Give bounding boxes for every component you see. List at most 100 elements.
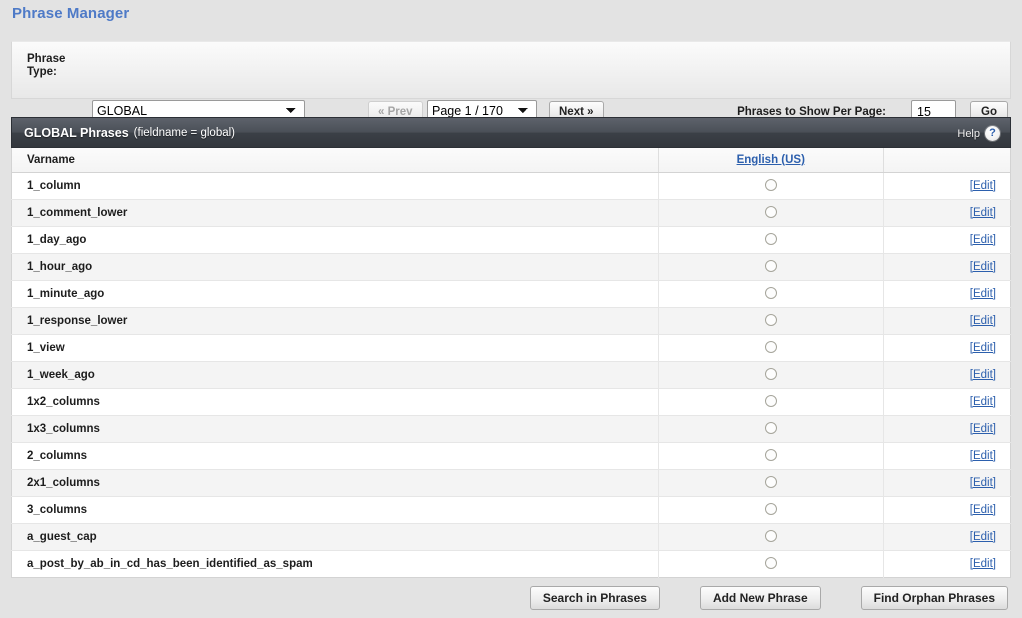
language-radio[interactable] — [764, 476, 777, 489]
table-row: 2_columns [Edit] — [11, 442, 1011, 470]
table-row: 1_view [Edit] — [11, 334, 1011, 362]
language-radio[interactable] — [764, 503, 777, 516]
cell-action: [Edit] — [883, 307, 1011, 335]
cell-varname: 1_comment_lower — [11, 199, 659, 227]
question-mark-icon[interactable]: ? — [985, 126, 1000, 141]
phrases-table-body: 1_column [Edit] 1_comment_lower [Edit] 1_day… — [11, 172, 1011, 577]
cell-language-select — [658, 388, 884, 416]
edit-link[interactable]: [Edit] — [970, 261, 996, 273]
cell-varname: 2x1_columns — [11, 469, 659, 497]
cell-varname: 2_columns — [11, 442, 659, 470]
toolbar-inner: Phrase Type: GLOBAL « Prev Page 1 / 170 … — [12, 42, 1010, 123]
table-row: a_guest_cap [Edit] — [11, 523, 1011, 551]
cell-varname: 1_day_ago — [11, 226, 659, 254]
cell-varname: 1x2_columns — [11, 388, 659, 416]
table-row: 1_comment_lower [Edit] — [11, 199, 1011, 227]
cell-language-select — [658, 415, 884, 443]
cell-language-select — [658, 469, 884, 497]
edit-link[interactable]: [Edit] — [970, 450, 996, 462]
table-row: 1x2_columns [Edit] — [11, 388, 1011, 416]
block-title: GLOBAL Phrases — [24, 125, 129, 140]
cell-language-select — [658, 334, 884, 362]
language-radio[interactable] — [764, 314, 777, 327]
cell-action: [Edit] — [883, 469, 1011, 497]
phrases-table: Varname English (US) 1_column [Edit] 1_com… — [11, 148, 1011, 578]
language-radio[interactable] — [764, 530, 777, 543]
language-radio[interactable] — [764, 368, 777, 381]
language-radio[interactable] — [764, 233, 777, 246]
cell-language-select — [658, 226, 884, 254]
table-row: 1_day_ago [Edit] — [11, 226, 1011, 254]
table-row: 3_columns [Edit] — [11, 496, 1011, 524]
cell-language-select — [658, 550, 884, 577]
cell-language-select — [658, 307, 884, 335]
cell-action: [Edit] — [883, 199, 1011, 227]
table-row: 1_week_ago [Edit] — [11, 361, 1011, 389]
block-header: GLOBAL Phrases (fieldname = global) Help… — [11, 117, 1011, 148]
edit-link[interactable]: [Edit] — [970, 369, 996, 381]
cell-action: [Edit] — [883, 226, 1011, 254]
language-radio[interactable] — [764, 395, 777, 408]
cell-language-select — [658, 496, 884, 524]
language-radio[interactable] — [764, 557, 777, 570]
help-label: Help — [957, 127, 980, 140]
toolbar-panel: Phrase Type: GLOBAL « Prev Page 1 / 170 … — [11, 41, 1011, 123]
column-header-action — [883, 148, 1011, 173]
cell-language-select — [658, 523, 884, 551]
cell-action: [Edit] — [883, 523, 1011, 551]
edit-link[interactable]: [Edit] — [970, 234, 996, 246]
cell-varname: 1_column — [11, 172, 659, 200]
cell-action: [Edit] — [883, 415, 1011, 443]
table-row: 1_response_lower [Edit] — [11, 307, 1011, 335]
cell-language-select — [658, 253, 884, 281]
table-row: 2x1_columns [Edit] — [11, 469, 1011, 497]
cell-varname: 1_hour_ago — [11, 253, 659, 281]
cell-varname: 1_week_ago — [11, 361, 659, 389]
language-radio[interactable] — [764, 287, 777, 300]
edit-link[interactable]: [Edit] — [970, 288, 996, 300]
language-radio[interactable] — [764, 179, 777, 192]
cell-varname: 3_columns — [11, 496, 659, 524]
phrases-block: GLOBAL Phrases (fieldname = global) Help… — [11, 117, 1011, 578]
edit-link[interactable]: [Edit] — [970, 342, 996, 354]
cell-action: [Edit] — [883, 172, 1011, 200]
cell-action: [Edit] — [883, 280, 1011, 308]
language-radio[interactable] — [764, 422, 777, 435]
edit-link[interactable]: [Edit] — [970, 504, 996, 516]
table-header-row: Varname English (US) — [11, 148, 1011, 173]
edit-link[interactable]: [Edit] — [970, 558, 996, 570]
language-link[interactable]: English (US) — [737, 154, 805, 166]
table-row: 1x3_columns [Edit] — [11, 415, 1011, 443]
edit-link[interactable]: [Edit] — [970, 531, 996, 543]
language-radio[interactable] — [764, 341, 777, 354]
cell-varname: 1x3_columns — [11, 415, 659, 443]
edit-link[interactable]: [Edit] — [970, 423, 996, 435]
edit-link[interactable]: [Edit] — [970, 315, 996, 327]
cell-action: [Edit] — [883, 334, 1011, 362]
find-orphan-phrases-button[interactable]: Find Orphan Phrases — [860, 586, 1008, 610]
language-radio[interactable] — [764, 260, 777, 273]
help-button[interactable]: Help ? — [957, 118, 1000, 149]
cell-action: [Edit] — [883, 442, 1011, 470]
language-radio[interactable] — [764, 206, 777, 219]
cell-varname: 1_minute_ago — [11, 280, 659, 308]
phrase-type-label: Phrase Type: — [27, 53, 66, 78]
table-row: 1_hour_ago [Edit] — [11, 253, 1011, 281]
cell-varname: 1_response_lower — [11, 307, 659, 335]
edit-link[interactable]: [Edit] — [970, 477, 996, 489]
cell-language-select — [658, 442, 884, 470]
block-subtitle: (fieldname = global) — [133, 126, 235, 139]
edit-link[interactable]: [Edit] — [970, 207, 996, 219]
column-header-language: English (US) — [658, 148, 884, 173]
cell-varname: 1_view — [11, 334, 659, 362]
cell-action: [Edit] — [883, 361, 1011, 389]
cell-action: [Edit] — [883, 496, 1011, 524]
column-header-varname: Varname — [11, 148, 659, 173]
cell-language-select — [658, 280, 884, 308]
edit-link[interactable]: [Edit] — [970, 396, 996, 408]
language-radio[interactable] — [764, 449, 777, 462]
add-new-phrase-button[interactable]: Add New Phrase — [699, 586, 821, 610]
search-in-phrases-button[interactable]: Search in Phrases — [529, 586, 660, 610]
cell-action: [Edit] — [883, 253, 1011, 281]
edit-link[interactable]: [Edit] — [970, 180, 996, 192]
